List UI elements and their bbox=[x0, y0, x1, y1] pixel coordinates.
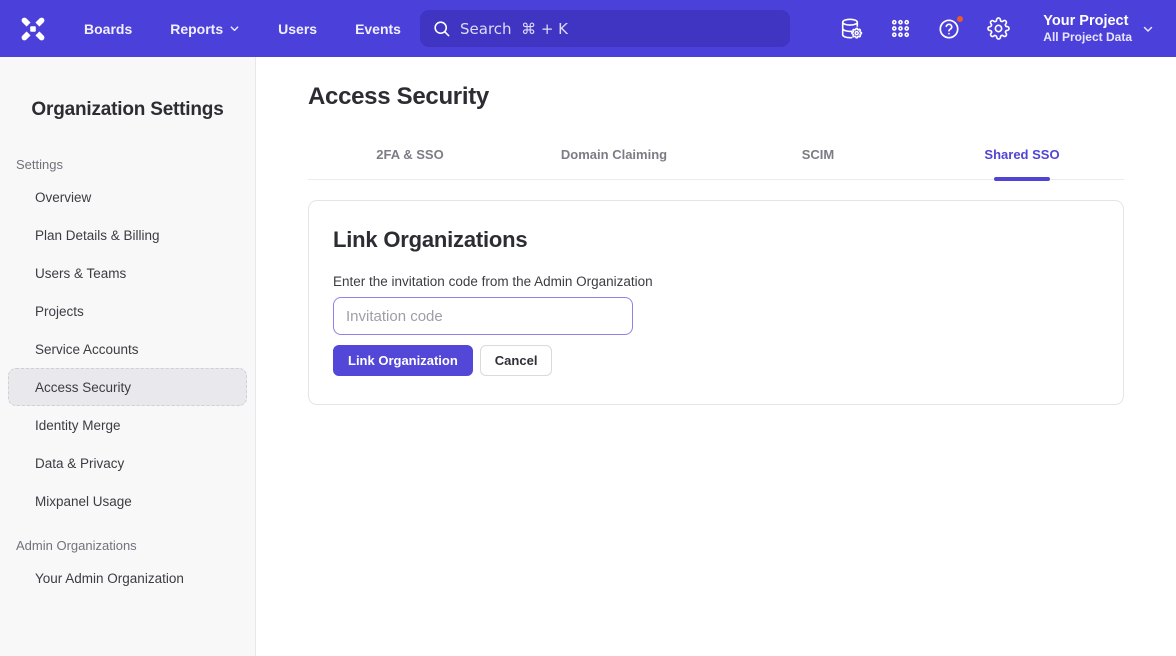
card-title: Link Organizations bbox=[333, 227, 1099, 253]
primary-nav: Boards Reports Users Events bbox=[84, 21, 401, 37]
sidebar-item-data-privacy[interactable]: Data & Privacy bbox=[8, 444, 247, 482]
sidebar-title: Organization Settings bbox=[0, 99, 255, 121]
tab-domain-claiming[interactable]: Domain Claiming bbox=[512, 133, 716, 179]
sidebar-item-label: Your Admin Organization bbox=[35, 571, 184, 586]
nav-item-reports[interactable]: Reports bbox=[170, 21, 240, 37]
sidebar-item-identity-merge[interactable]: Identity Merge bbox=[8, 406, 247, 444]
tab-bar: 2FA & SSO Domain Claiming SCIM Shared SS… bbox=[308, 133, 1124, 180]
sidebar-item-overview[interactable]: Overview bbox=[8, 178, 247, 216]
nav-item-boards[interactable]: Boards bbox=[84, 21, 132, 37]
link-organizations-card: Link Organizations Enter the invitation … bbox=[308, 200, 1124, 405]
invitation-code-input[interactable] bbox=[333, 297, 633, 335]
help-button[interactable] bbox=[937, 17, 961, 41]
search-input[interactable] bbox=[460, 20, 778, 38]
invitation-code-label: Enter the invitation code from the Admin… bbox=[333, 274, 1099, 289]
global-search[interactable] bbox=[420, 10, 790, 47]
project-scope: All Project Data bbox=[1043, 30, 1132, 45]
sidebar-item-label: Identity Merge bbox=[35, 418, 121, 433]
sidebar-item-label: Service Accounts bbox=[35, 342, 139, 357]
data-management-button[interactable] bbox=[839, 17, 863, 41]
tab-label: Shared SSO bbox=[984, 147, 1059, 162]
nav-item-users[interactable]: Users bbox=[278, 21, 317, 37]
mixpanel-x-icon bbox=[19, 15, 47, 43]
mixpanel-logo[interactable] bbox=[18, 14, 48, 44]
nav-reports-label: Reports bbox=[170, 21, 223, 37]
apps-grid-button[interactable] bbox=[888, 17, 912, 41]
main-content: Access Security 2FA & SSO Domain Claimin… bbox=[256, 57, 1176, 656]
sidebar-item-access-security[interactable]: Access Security bbox=[8, 368, 247, 406]
sidebar-item-label: Users & Teams bbox=[35, 266, 126, 281]
nav-users-label: Users bbox=[278, 21, 317, 37]
sidebar-item-your-admin-organization[interactable]: Your Admin Organization bbox=[8, 559, 247, 597]
sidebar-item-users-teams[interactable]: Users & Teams bbox=[8, 254, 247, 292]
sidebar-item-label: Mixpanel Usage bbox=[35, 494, 132, 509]
search-icon bbox=[432, 19, 451, 38]
tab-label: SCIM bbox=[802, 147, 835, 162]
nav-events-label: Events bbox=[355, 21, 401, 37]
sidebar-item-label: Overview bbox=[35, 190, 91, 205]
database-gear-icon bbox=[839, 17, 863, 41]
section-label-admin-organizations: Admin Organizations bbox=[16, 538, 255, 553]
tab-shared-sso[interactable]: Shared SSO bbox=[920, 133, 1124, 179]
nav-boards-label: Boards bbox=[84, 21, 132, 37]
sidebar-item-plan-details-billing[interactable]: Plan Details & Billing bbox=[8, 216, 247, 254]
sidebar-item-label: Projects bbox=[35, 304, 84, 319]
cancel-button[interactable]: Cancel bbox=[480, 345, 553, 376]
apps-grid-icon bbox=[889, 17, 912, 40]
tab-label: 2FA & SSO bbox=[376, 147, 443, 162]
tab-scim[interactable]: SCIM bbox=[716, 133, 920, 179]
settings-button[interactable] bbox=[986, 17, 1010, 41]
sidebar-item-projects[interactable]: Projects bbox=[8, 292, 247, 330]
sidebar-item-label: Plan Details & Billing bbox=[35, 228, 160, 243]
project-name: Your Project bbox=[1043, 12, 1132, 30]
sidebar-item-label: Data & Privacy bbox=[35, 456, 124, 471]
project-switcher[interactable]: Your Project All Project Data bbox=[1043, 12, 1154, 45]
link-organization-button[interactable]: Link Organization bbox=[333, 345, 473, 376]
settings-sidebar: Organization Settings Settings Overview … bbox=[0, 57, 256, 656]
section-label-settings: Settings bbox=[16, 157, 255, 172]
sidebar-item-mixpanel-usage[interactable]: Mixpanel Usage bbox=[8, 482, 247, 520]
sidebar-item-label: Access Security bbox=[35, 380, 131, 395]
tab-label: Domain Claiming bbox=[561, 147, 667, 162]
navbar-right-cluster: Your Project All Project Data bbox=[839, 12, 1176, 45]
nav-item-events[interactable]: Events bbox=[355, 21, 401, 37]
top-navbar: Boards Reports Users Events bbox=[0, 0, 1176, 57]
notification-dot bbox=[955, 14, 965, 24]
settings-gear-icon bbox=[987, 17, 1010, 40]
card-actions: Link Organization Cancel bbox=[333, 345, 1099, 376]
chevron-down-icon bbox=[1142, 23, 1154, 35]
page-title: Access Security bbox=[308, 83, 1124, 111]
sidebar-item-service-accounts[interactable]: Service Accounts bbox=[8, 330, 247, 368]
tab-2fa-sso[interactable]: 2FA & SSO bbox=[308, 133, 512, 179]
chevron-down-icon bbox=[229, 23, 240, 34]
active-tab-underline bbox=[994, 177, 1050, 181]
